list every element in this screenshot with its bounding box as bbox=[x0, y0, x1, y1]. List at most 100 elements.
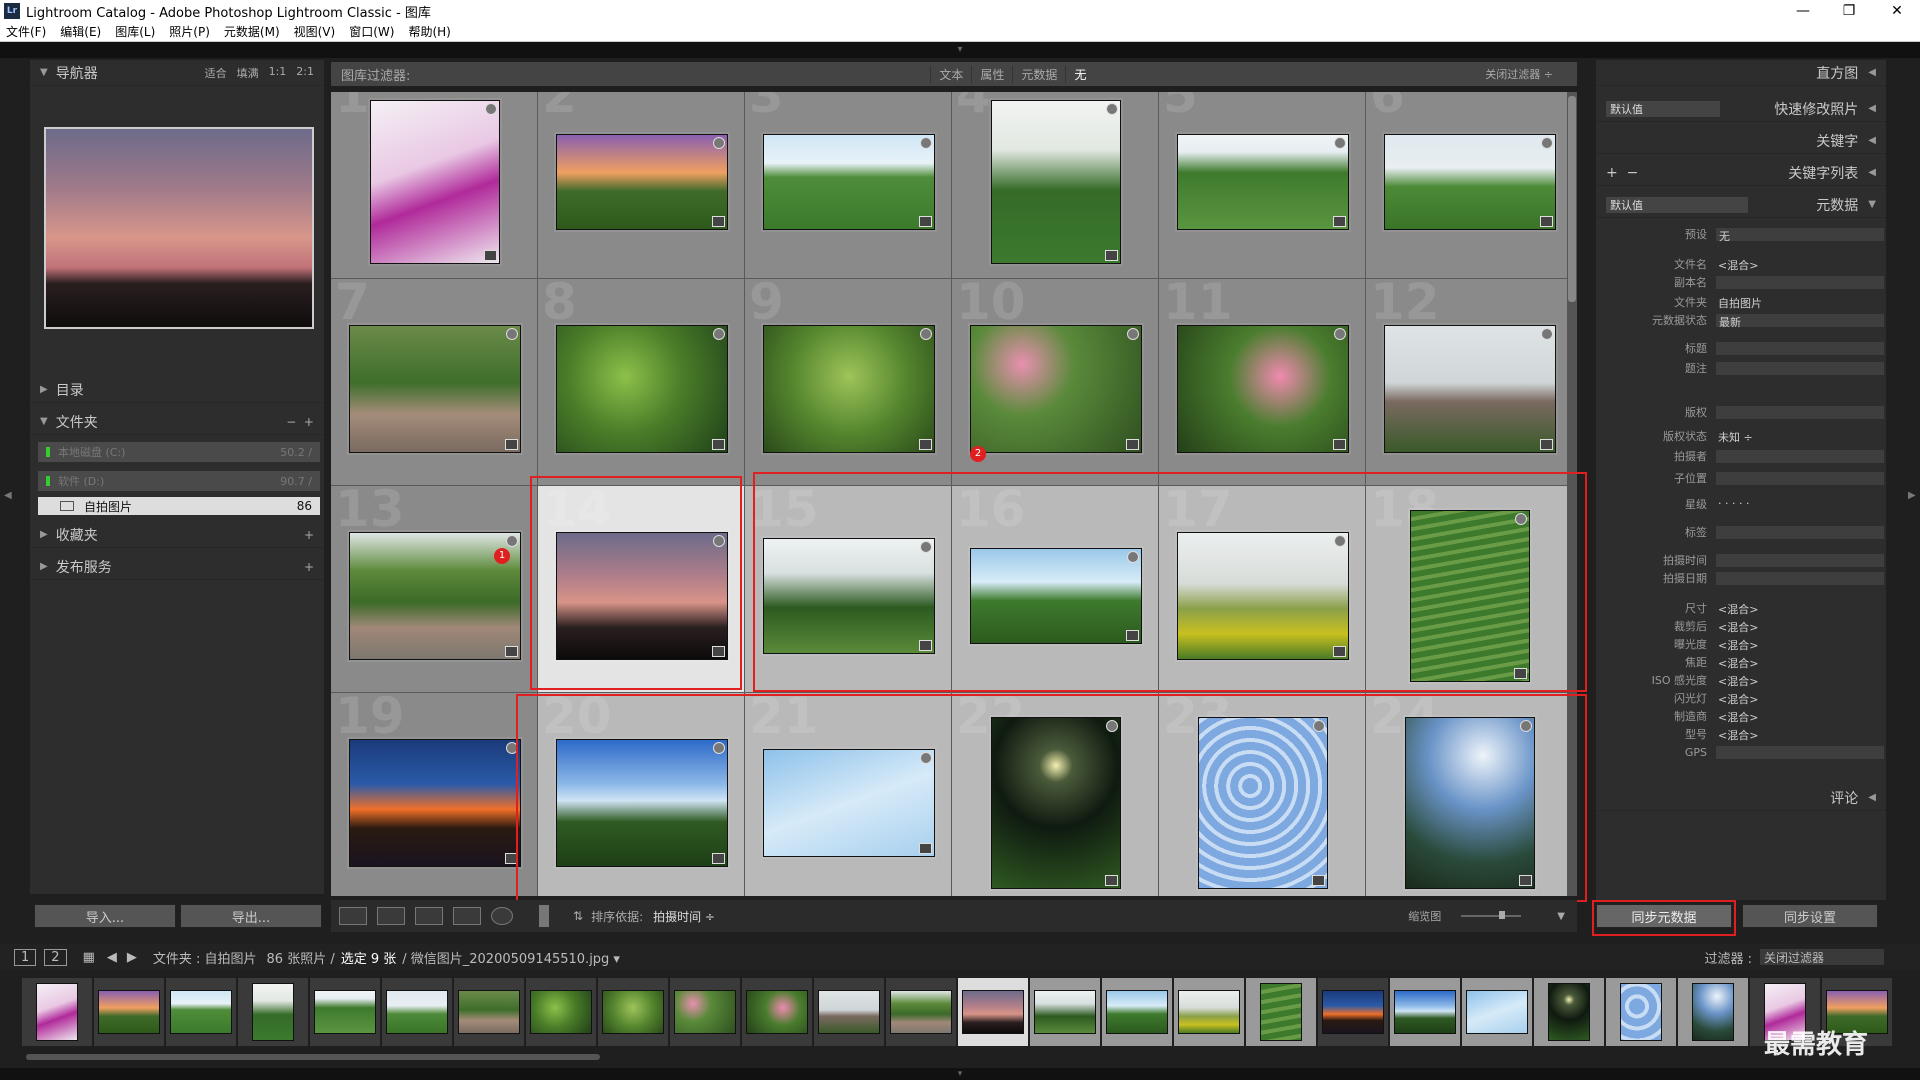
grid-cell[interactable]: 2 bbox=[538, 92, 745, 279]
filmstrip-thumbnail[interactable] bbox=[886, 978, 956, 1046]
filmstrip-thumbnail[interactable] bbox=[94, 978, 164, 1046]
photo-thumbnail[interactable] bbox=[1383, 324, 1556, 453]
secondary-window-button[interactable]: 2 bbox=[44, 948, 67, 966]
photo-thumbnail[interactable] bbox=[762, 324, 935, 453]
metadata-badge-icon[interactable] bbox=[1332, 215, 1346, 227]
photo-thumbnail[interactable] bbox=[369, 99, 500, 264]
thumbnail-size-slider[interactable] bbox=[1461, 911, 1522, 919]
metadata-field-value[interactable] bbox=[1715, 340, 1885, 356]
photo-thumbnail[interactable] bbox=[990, 99, 1121, 264]
metadata-badge-icon[interactable] bbox=[711, 215, 725, 227]
grid-cell[interactable]: 7 bbox=[331, 279, 538, 486]
menu-help[interactable]: 帮助(H) bbox=[408, 23, 450, 40]
left-panel-toggle-icon[interactable]: ◀ bbox=[4, 490, 12, 501]
filmstrip-thumbnail[interactable] bbox=[1318, 978, 1388, 1046]
quick-collection-dot-icon[interactable] bbox=[712, 327, 725, 340]
keyword-list-header[interactable]: + − 关键字列表 ◀ bbox=[1596, 160, 1886, 186]
metadata-badge-icon[interactable] bbox=[1332, 438, 1346, 450]
metadata-badge-icon[interactable] bbox=[504, 645, 518, 657]
metadata-field-value[interactable] bbox=[1715, 274, 1885, 290]
nav-1-1[interactable]: 1:1 bbox=[269, 65, 287, 81]
metadata-badge-icon[interactable] bbox=[504, 438, 518, 450]
metadata-field-value[interactable]: <混合> bbox=[1715, 691, 1885, 706]
grid-mode-icon[interactable]: ▦ bbox=[83, 950, 95, 965]
menu-library[interactable]: 图库(L) bbox=[115, 23, 155, 40]
filter-text[interactable]: 文本 bbox=[930, 65, 971, 83]
filmstrip-thumbnail[interactable] bbox=[1390, 978, 1460, 1046]
metadata-field-value[interactable]: <混合> bbox=[1715, 709, 1885, 724]
sync-settings-button[interactable]: 同步设置 bbox=[1742, 904, 1878, 928]
nav-fit[interactable]: 适合 bbox=[205, 65, 227, 81]
quick-collection-dot-icon[interactable] bbox=[484, 102, 497, 115]
filmstrip-thumbnail[interactable] bbox=[310, 978, 380, 1046]
filmstrip-thumbnail[interactable] bbox=[1678, 978, 1748, 1046]
quick-collection-dot-icon[interactable] bbox=[1333, 327, 1346, 340]
filmstrip-thumbnail[interactable] bbox=[238, 978, 308, 1046]
keywording-header[interactable]: 关键字 ◀ bbox=[1596, 128, 1886, 154]
metadata-field-value[interactable]: <混合> bbox=[1715, 637, 1885, 652]
metadata-field-value[interactable]: <混合> bbox=[1715, 601, 1885, 616]
filmstrip-thumbnail[interactable] bbox=[1174, 978, 1244, 1046]
main-window-button[interactable]: 1 bbox=[14, 948, 37, 966]
grid-cell[interactable]: 12 bbox=[1366, 279, 1573, 486]
menu-window[interactable]: 窗口(W) bbox=[349, 23, 394, 40]
filmstrip-filter-dropdown[interactable]: 关闭过滤器 bbox=[1760, 949, 1884, 965]
comments-header[interactable]: 评论 ◀ bbox=[1596, 785, 1886, 811]
folder-item-selfie[interactable]: 自拍图片 86 bbox=[38, 497, 320, 515]
quick-collection-dot-icon[interactable] bbox=[1540, 136, 1553, 149]
photo-thumbnail[interactable] bbox=[348, 738, 521, 867]
grid-cell[interactable]: 5 bbox=[1159, 92, 1366, 279]
photo-thumbnail[interactable] bbox=[1176, 324, 1349, 453]
grid-cell[interactable]: 9 bbox=[745, 279, 952, 486]
quick-collection-dot-icon[interactable] bbox=[1105, 102, 1118, 115]
filmstrip-thumbnail[interactable] bbox=[166, 978, 236, 1046]
filmstrip-thumbnail[interactable] bbox=[598, 978, 668, 1046]
sync-metadata-button[interactable]: 同步元数据 bbox=[1596, 904, 1732, 928]
filter-attribute[interactable]: 属性 bbox=[971, 65, 1012, 83]
forward-arrow-icon[interactable]: ▶ bbox=[127, 950, 137, 965]
right-panel-toggle-icon[interactable]: ▶ bbox=[1908, 490, 1916, 501]
menu-file[interactable]: 文件(F) bbox=[6, 23, 46, 40]
bottom-panel-toggle-icon[interactable]: ▾ bbox=[0, 1068, 1920, 1080]
filmstrip-thumbnail[interactable] bbox=[958, 978, 1028, 1046]
quick-collection-dot-icon[interactable] bbox=[505, 327, 518, 340]
catalog-header[interactable]: ▶ 目录 bbox=[30, 377, 324, 403]
quick-develop-header[interactable]: 默认值 快速修改照片 ◀ bbox=[1596, 96, 1886, 122]
nav-fill[interactable]: 填满 bbox=[237, 65, 259, 81]
source-path[interactable]: 文件夹 : 自拍图片 bbox=[153, 948, 257, 967]
people-view-icon[interactable] bbox=[491, 907, 513, 925]
add-collection-icon[interactable]: + bbox=[304, 528, 314, 542]
filter-presets-dropdown[interactable]: 关闭过滤器 ÷ bbox=[1485, 66, 1577, 82]
loupe-view-icon[interactable] bbox=[377, 907, 405, 925]
metadata-field-value[interactable] bbox=[1715, 470, 1885, 486]
photo-thumbnail[interactable] bbox=[555, 324, 728, 453]
menu-view[interactable]: 视图(V) bbox=[294, 23, 336, 40]
add-folder-icon[interactable]: − + bbox=[286, 415, 314, 429]
filmstrip-thumbnail[interactable] bbox=[1462, 978, 1532, 1046]
metadata-field-value[interactable]: <混合> bbox=[1715, 655, 1885, 670]
grid-cell[interactable]: 6 bbox=[1366, 92, 1573, 279]
collections-header[interactable]: ▶ 收藏夹 + bbox=[30, 522, 324, 548]
photo-thumbnail[interactable] bbox=[1176, 133, 1349, 230]
quick-develop-preset-dropdown[interactable]: 默认值 bbox=[1606, 100, 1720, 117]
grid-cell[interactable]: 8 bbox=[538, 279, 745, 486]
publish-services-header[interactable]: ▶ 发布服务 + bbox=[30, 554, 324, 580]
metadata-badge-icon[interactable] bbox=[1125, 438, 1139, 450]
metadata-badge-icon[interactable] bbox=[711, 438, 725, 450]
metadata-field-value[interactable]: 最新 bbox=[1715, 312, 1885, 329]
metadata-badge-icon[interactable] bbox=[918, 215, 932, 227]
metadata-badge-icon[interactable] bbox=[1104, 249, 1118, 261]
metadata-badge-icon[interactable] bbox=[1539, 215, 1553, 227]
metadata-field-value[interactable]: 未知 ÷ bbox=[1715, 429, 1885, 444]
metadata-field-value[interactable]: <混合> bbox=[1715, 727, 1885, 742]
photo-thumbnail[interactable] bbox=[555, 133, 728, 230]
photo-thumbnail[interactable] bbox=[1383, 133, 1556, 230]
quick-collection-dot-icon[interactable] bbox=[1126, 327, 1139, 340]
metadata-preset-select[interactable]: 无 bbox=[1715, 226, 1885, 243]
quick-collection-dot-icon[interactable] bbox=[712, 136, 725, 149]
filmstrip-thumbnail[interactable] bbox=[814, 978, 884, 1046]
metadata-field-value[interactable] bbox=[1715, 570, 1885, 586]
back-arrow-icon[interactable]: ◀ bbox=[107, 950, 117, 965]
filmstrip-thumbnail[interactable] bbox=[1030, 978, 1100, 1046]
metadata-field-value[interactable] bbox=[1715, 404, 1885, 420]
